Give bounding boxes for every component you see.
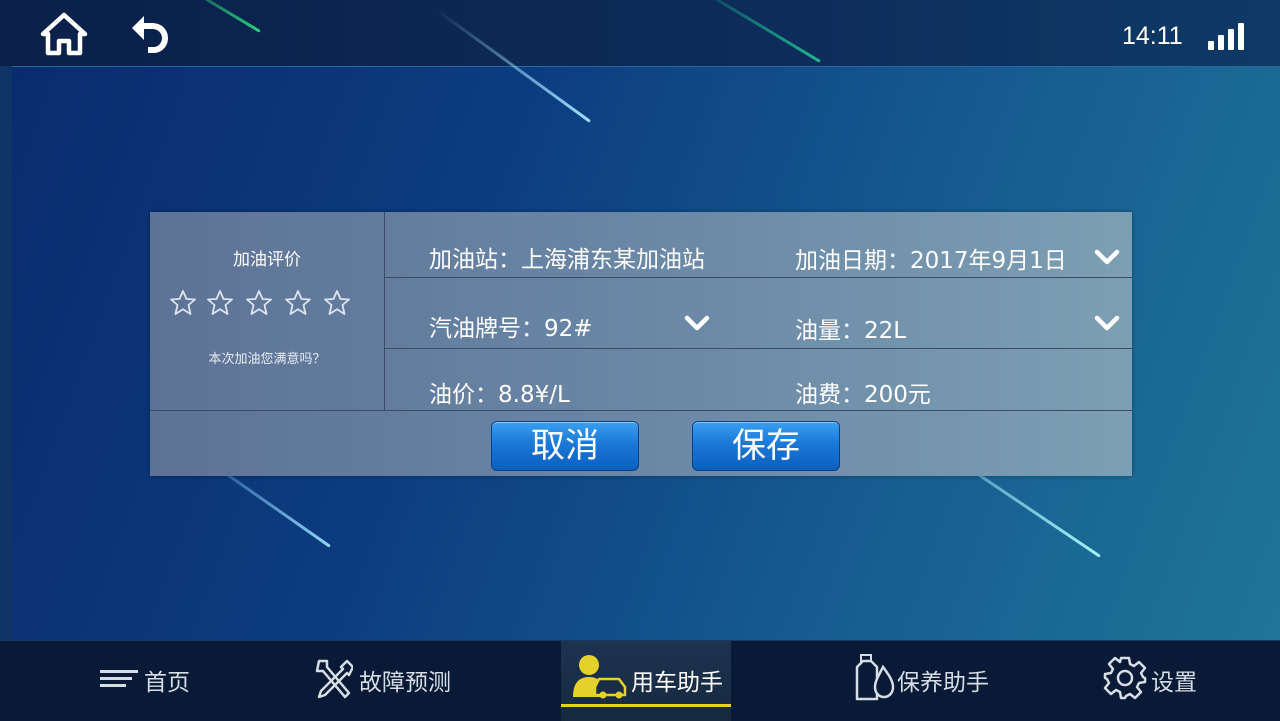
nav-item-settings[interactable]: 设置: [1095, 641, 1235, 721]
star-rating[interactable]: [168, 288, 368, 318]
rating-title: 加油评价: [233, 250, 301, 270]
refuel-record-dialog: 加油评价 本次加油您满意吗？ 加油站：上海浦东某加油站 加油日期：2017年9月…: [150, 212, 1132, 476]
star-icon[interactable]: [322, 288, 352, 318]
driver-car-icon: [573, 655, 627, 699]
rating-panel: 加油评价 本次加油您满意吗？: [150, 212, 385, 410]
nav-label: 故障预测: [359, 670, 451, 696]
row-divider: [150, 410, 1132, 411]
nav-item-fault-prediction[interactable]: 故障预测: [305, 641, 475, 721]
rating-question: 本次加油您满意吗？: [208, 352, 326, 367]
refuel-date-field[interactable]: 加油日期：2017年9月1日: [795, 241, 1067, 275]
save-button[interactable]: 保存: [692, 421, 840, 471]
star-icon[interactable]: [283, 288, 313, 318]
fuel-cost-field: 油费：200元: [795, 382, 931, 408]
active-tab-indicator: [561, 704, 731, 707]
gas-grade-field[interactable]: 汽油牌号：92#: [429, 309, 593, 343]
tools-icon: [315, 659, 353, 699]
nav-label: 保养助手: [897, 670, 989, 696]
chevron-down-icon[interactable]: [684, 314, 710, 332]
back-arrow-icon: [132, 16, 168, 53]
home-button[interactable]: [40, 12, 88, 56]
home-icon: [40, 12, 88, 56]
top-bar: [0, 0, 1280, 66]
menu-lines-icon: [100, 670, 138, 687]
nav-item-car-assistant[interactable]: 用车助手: [561, 641, 731, 721]
left-strip: [0, 66, 12, 640]
star-icon[interactable]: [205, 288, 235, 318]
row-divider: [384, 348, 1132, 349]
chevron-down-icon[interactable]: [1094, 248, 1120, 266]
nav-label: 首页: [144, 670, 190, 696]
nav-label: 用车助手: [631, 670, 723, 696]
star-icon[interactable]: [244, 288, 274, 318]
nav-item-maintenance-assistant[interactable]: 保养助手: [845, 641, 1015, 721]
cancel-button[interactable]: 取消: [491, 421, 639, 471]
nav-item-home[interactable]: 首页: [90, 641, 240, 721]
gas-station-field: 加油站：上海浦东某加油站: [429, 247, 705, 273]
nav-label: 设置: [1151, 670, 1197, 696]
back-button[interactable]: [128, 12, 174, 56]
fuel-price-field: 油价：8.8¥/L: [429, 382, 570, 408]
bottom-nav-bar: 首页 故障预测 用车助手 保养助手 设置: [0, 640, 1280, 721]
chevron-down-icon[interactable]: [1094, 314, 1120, 332]
star-icon[interactable]: [168, 288, 198, 318]
clock-time: 14:11: [1122, 22, 1183, 50]
fuel-volume-field[interactable]: 油量：22L: [795, 311, 906, 345]
row-divider: [384, 277, 1132, 278]
signal-strength-icon: [1208, 22, 1248, 50]
gear-icon: [1103, 656, 1147, 700]
oil-bottle-icon: [855, 654, 895, 701]
